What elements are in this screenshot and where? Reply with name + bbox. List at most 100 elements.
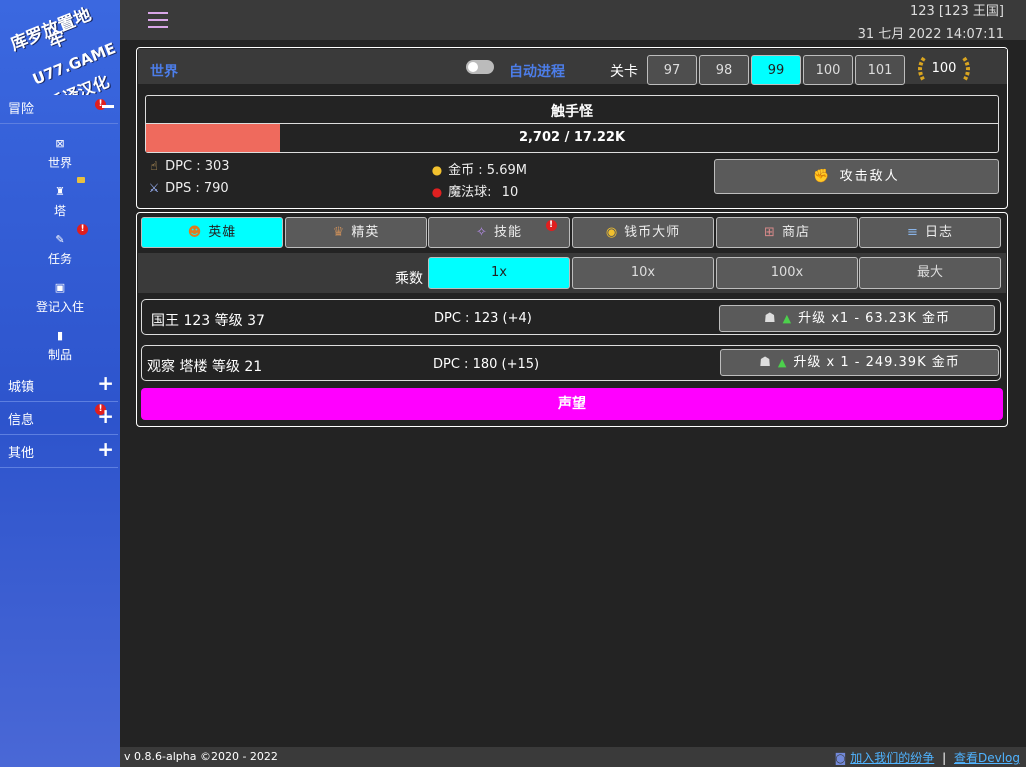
multiplier-label: 乘数 [395,271,423,287]
magic-orb-icon: ● [431,185,443,199]
gold-value: 金币 : 5.69M [448,163,527,178]
hero-upgrade-button[interactable]: ☗ ▲ 升级 x 1 - 249.39K 金币 [720,349,999,376]
devlog-link[interactable]: 查看Devlog [954,751,1020,765]
sidebar-item-checkin[interactable]: ▣ 登记入住 [0,281,120,315]
tab-heroes[interactable]: ☻ 英雄 [141,217,283,248]
hero-upgrade-button[interactable]: ☗ ▲ 升级 x1 - 63.23K 金币 [719,305,995,332]
multiplier-100x-button[interactable]: 100x [716,257,858,289]
artifact-book-icon: ▮ [56,329,64,342]
tab-shop[interactable]: ⊞ 商店 [716,217,858,248]
gold-stat: ● 金币 : 5.69M [430,159,527,178]
arrow-up-icon: ▲ [782,312,793,325]
alert-badge: ! [546,220,557,231]
stage-button-97[interactable]: 97 [647,55,697,85]
tab-label: 技能 [493,225,522,240]
hero-row: 观察 塔楼 等级 21 DPC : 180 (+15) ☗ ▲ 升级 x 1 - 2… [141,345,1001,381]
quest-icon: ✎ [55,233,65,246]
upgrade-ghost-icon: ☗ [763,311,777,326]
hero-dpc: DPC : 180 (+15) [433,357,540,372]
orbs-value: 10 [501,185,519,200]
hero-dpc: DPC : 123 (+4) [434,311,532,326]
elite-icon: ♛ [332,225,346,240]
tab-coin-master[interactable]: ◉ 钱币大师 [572,217,714,248]
coins-icon: ◉ [605,225,619,240]
orbs-label: 魔法球: [448,185,492,200]
footer: v 0.8.6-alpha ©2020 - 2022 ◙ 加入我们的纷争 | 查看… [120,747,1026,767]
arrow-up-icon: ▲ [777,356,788,369]
sidebar: 库罗放置地 牢 U77.GAME 乐译汉化 冒险 ! ⊠ 世界 ♜ 塔 ✎ 任务… [0,0,120,767]
footer-links: ◙ 加入我们的纷争 | 查看Devlog [835,749,1020,766]
tab-log[interactable]: ≡ 日志 [859,217,1001,248]
tower-icon: ♜ [55,185,65,198]
multiplier-1x-button[interactable]: 1x [428,257,570,289]
sidebar-item-label: 任务 [47,252,72,266]
world-title: 世界 [150,64,178,80]
sidebar-section-adventure[interactable]: 冒险 ! [0,91,118,124]
menu-icon[interactable] [148,12,168,28]
expand-icon[interactable]: + [97,372,114,394]
sidebar-item-tower[interactable]: ♜ 塔 [0,177,120,219]
monster-hp-bar: 2,702 / 17.22K [146,123,998,152]
tab-label: 钱币大师 [624,225,681,240]
world-panel: 世界 自动进程 关卡 97 98 99 100 101 100 触手怪 2,70… [136,47,1008,209]
tab-label: 日志 [924,225,953,240]
upgrade-label: 升级 x 1 - 249.39K 金币 [793,355,960,370]
max-stage-value: 100 [931,61,957,76]
section-label: 信息 [8,413,35,428]
dps-value: DPS : 790 [165,181,229,196]
log-icon: ≡ [907,225,919,240]
collapse-icon[interactable] [102,105,114,108]
tab-elite[interactable]: ♛ 精英 [285,217,427,248]
multiplier-10x-button[interactable]: 10x [572,257,714,289]
orbs-stat: ● 魔法球: 10 [430,181,518,200]
dps-stat: ⚔ DPS : 790 [147,181,229,196]
auto-progress-toggle[interactable] [466,60,494,74]
upgrade-ghost-icon: ☗ [759,355,772,370]
sidebar-item-label: 登记入住 [35,300,84,314]
stage-button-100[interactable]: 100 [803,55,853,85]
tab-label: 商店 [781,225,810,240]
map-icon: ⊠ [55,137,65,150]
version-text: v 0.8.6-alpha ©2020 - 2022 [124,750,278,763]
hero-icon: ☻ [187,225,203,240]
monster-name: 触手怪 [551,104,593,120]
stage-button-98[interactable]: 98 [699,55,749,85]
skill-icon: ✧ [476,225,488,240]
shop-basket-icon: ⊞ [764,225,776,240]
tab-skills[interactable]: ✧ 技能 ! [428,217,570,248]
sidebar-section-info[interactable]: 信息 ! + [0,402,118,435]
sidebar-item-quests[interactable]: ✎ 任务 ! [0,224,120,267]
hp-text: 2,702 / 17.22K [518,130,626,145]
top-bar: 123 [123 王国] 31 七月 2022 14:07:11 [120,0,1026,42]
max-stage-badge: 100 [914,54,974,84]
world-header: 世界 自动进程 关卡 97 98 99 100 101 100 [138,49,1007,85]
sidebar-item-artifacts[interactable]: ▮ 制品 [0,329,120,363]
sidebar-item-label: 塔 [53,204,66,218]
attack-label: 攻击敌人 [839,169,900,184]
alert-badge: ! [77,224,88,235]
hero-name: 国王 123 等级 37 [151,313,265,329]
stage-button-101[interactable]: 101 [855,55,905,85]
sidebar-section-town[interactable]: 城镇 + [0,369,118,402]
player-kingdom: 123 [123 王国] [909,4,1004,19]
stage-button-99[interactable]: 99 [751,55,801,85]
discord-icon: ◙ [834,751,847,765]
checkin-icon: ▣ [54,281,66,294]
attack-enemy-button[interactable]: ✊ 攻击敌人 [714,159,999,194]
discord-link[interactable]: 加入我们的纷争 [850,751,934,765]
sidebar-section-other[interactable]: 其他 + [0,435,118,468]
expand-icon[interactable]: + [97,405,114,427]
gold-coins-icon: ● [431,163,443,177]
hero-name: 观察 塔楼 等级 21 [147,359,263,375]
expand-icon[interactable]: + [97,438,114,460]
monster-box: 触手怪 2,702 / 17.22K [145,95,999,153]
section-label: 冒险 [8,102,35,117]
lock-icon [77,177,85,183]
reputation-button[interactable]: 声望 [141,388,1003,420]
heroes-panel: ☻ 英雄 ♛ 精英 ✧ 技能 ! ◉ 钱币大师 ⊞ 商店 ≡ 日志 乘数 1x 10x 10… [136,212,1008,427]
game-logo: 库罗放置地 牢 U77.GAME 乐译汉化 [0,0,120,95]
game-datetime: 31 七月 2022 14:07:11 [857,27,1004,42]
attack-fist-icon: ✊ [813,169,832,184]
sidebar-item-world[interactable]: ⊠ 世界 [0,137,120,171]
multiplier-max-button[interactable]: 最大 [859,257,1001,289]
